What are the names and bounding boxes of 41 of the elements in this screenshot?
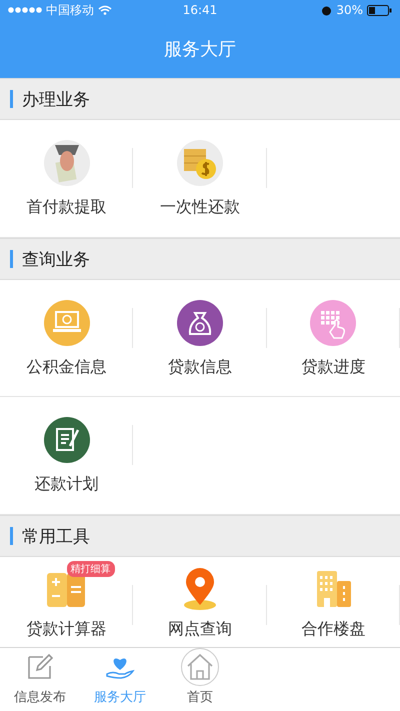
hand-cash-icon (42, 139, 91, 187)
document-pen-icon (42, 416, 91, 464)
service-item[interactable]: 首付款提取 (0, 120, 134, 237)
money-bag-icon (176, 298, 224, 346)
service-label: 网点查询 (168, 619, 232, 640)
service-item[interactable]: 精打细算 贷款计算器 (0, 557, 134, 647)
coins-icon (176, 139, 224, 187)
tab-item[interactable]: 首页 (160, 648, 240, 711)
service-item[interactable]: 贷款信息 (133, 280, 267, 396)
service-label: 合作楼盘 (301, 619, 366, 640)
keypad-touch-icon (309, 298, 358, 346)
service-item[interactable]: 一次性还款 (133, 120, 267, 237)
service-label: 贷款进度 (301, 356, 366, 378)
service-label: 贷款计算器 (26, 619, 107, 640)
service-label: 还款计划 (34, 474, 99, 495)
carrier-name: 中国移动 (46, 2, 94, 18)
tab-item[interactable]: 信息发布 (0, 648, 80, 711)
laptop-icon (42, 298, 91, 346)
service-label: 贷款信息 (168, 356, 232, 378)
signal-icon (8, 7, 42, 13)
tag-badge: 精打细算 (66, 561, 115, 577)
alarm-icon (321, 4, 332, 16)
service-label: 一次性还款 (160, 197, 240, 218)
battery-percent: 30% (336, 3, 363, 17)
edit-icon (25, 652, 55, 682)
service-item[interactable]: 还款计划 (0, 397, 134, 514)
home-icon (185, 652, 215, 682)
home-button[interactable] (181, 648, 219, 686)
wifi-icon (98, 5, 112, 15)
service-label: 首付款提取 (26, 197, 107, 218)
service-label: 公积金信息 (26, 356, 107, 378)
page-title: 服务大厅 (164, 38, 236, 61)
battery-icon (367, 4, 392, 16)
section-title: 查询业务 (22, 248, 90, 270)
service-item[interactable]: 网点查询 (133, 557, 267, 647)
status-time: 16:41 (182, 3, 218, 17)
service-item[interactable]: 贷款进度 (266, 280, 400, 396)
section-title: 办理业务 (22, 88, 90, 110)
service-item[interactable]: 合作楼盘 (266, 557, 400, 647)
section-title: 常用工具 (22, 526, 90, 548)
service-item[interactable]: 公积金信息 (0, 280, 134, 396)
